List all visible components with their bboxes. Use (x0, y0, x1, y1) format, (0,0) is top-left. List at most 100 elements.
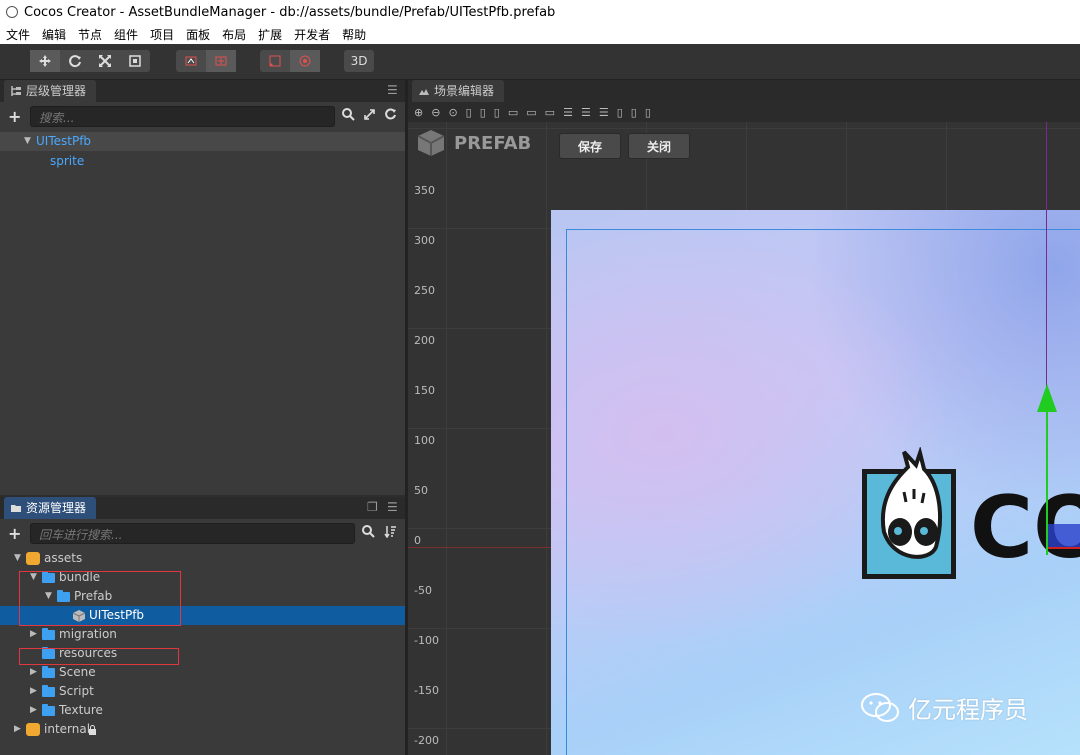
folder-icon (42, 628, 55, 640)
menu-component[interactable]: 组件 (114, 26, 138, 43)
distribute-bottom-icon[interactable]: ☰ (599, 106, 609, 119)
y-arrow-icon[interactable] (1036, 384, 1058, 412)
scene-tab[interactable]: 场景编辑器 (412, 80, 505, 102)
align-vcenter-icon[interactable]: ▭ (526, 106, 536, 119)
zoom-out-icon[interactable]: ⊖ (431, 106, 440, 119)
collapse-arrow-icon[interactable]: ▶ (14, 720, 21, 739)
search-icon[interactable] (362, 525, 375, 542)
asset-item-texture[interactable]: ▶ Texture (0, 701, 405, 720)
collapse-arrow-icon[interactable]: ▶ (30, 701, 37, 720)
lock-icon (89, 725, 96, 735)
scale-tool-icon[interactable] (90, 50, 120, 72)
refresh-icon[interactable] (384, 108, 397, 125)
search-icon[interactable] (342, 108, 355, 125)
menu-help[interactable]: 帮助 (342, 26, 366, 43)
distribute-top-icon[interactable]: ☰ (563, 106, 573, 119)
rotate-tool-icon[interactable] (60, 50, 90, 72)
asset-item-internal[interactable]: ▶ internal (0, 720, 405, 739)
transform-tools (30, 50, 150, 72)
annotation-box-resources (19, 648, 179, 665)
rect-tool-icon[interactable] (120, 50, 150, 72)
grid-line (546, 122, 547, 755)
x-axis-gizmo[interactable] (1048, 547, 1080, 549)
save-button[interactable]: 保存 (559, 133, 621, 159)
gizmo-center-handle[interactable] (1048, 524, 1080, 549)
hierarchy-node-root[interactable]: ▼ UITestPfb (0, 132, 405, 151)
asset-label: migration (59, 627, 117, 641)
menu-project[interactable]: 项目 (150, 26, 174, 43)
menu-edit[interactable]: 编辑 (42, 26, 66, 43)
menu-file[interactable]: 文件 (6, 26, 30, 43)
collapse-arrow-icon[interactable]: ▶ (30, 682, 37, 701)
y-axis-label: -50 (414, 584, 432, 597)
align-top-icon[interactable]: ▭ (508, 106, 518, 119)
align-left-icon[interactable]: ▯ (466, 106, 472, 119)
toggle-3d-button[interactable]: 3D (344, 50, 374, 72)
close-button[interactable]: 关闭 (628, 133, 690, 159)
pivot-local-icon[interactable] (176, 50, 206, 72)
scene-icon (419, 89, 429, 95)
coordinate-tools (260, 50, 320, 72)
assets-menu-icon[interactable]: ☰ (387, 501, 399, 513)
distribute-vcenter-icon[interactable]: ☰ (581, 106, 591, 119)
sort-icon[interactable] (384, 525, 397, 542)
asset-label: Script (59, 684, 94, 698)
add-node-icon[interactable]: + (8, 107, 21, 126)
align-bottom-icon[interactable]: ▭ (545, 106, 555, 119)
collapse-arrow-icon[interactable]: ▶ (30, 663, 37, 682)
add-asset-icon[interactable]: + (8, 524, 21, 543)
scene-canvas[interactable]: 350 300 250 200 150 100 50 0 -50 -100 -1… (408, 122, 1080, 755)
world-icon[interactable] (290, 50, 320, 72)
hierarchy-tab[interactable]: 层级管理器 (4, 80, 97, 102)
asset-item-migration[interactable]: ▶ migration (0, 625, 405, 644)
asset-item-script[interactable]: ▶ Script (0, 682, 405, 701)
menu-layout[interactable]: 布局 (222, 26, 246, 43)
main-toolbar: 3D (0, 44, 1080, 80)
assets-tab-label: 资源管理器 (26, 501, 87, 515)
menu-developer[interactable]: 开发者 (294, 26, 330, 43)
scene-tab-label: 场景编辑器 (434, 84, 495, 98)
y-axis-label: 100 (414, 434, 435, 447)
distribute-left-icon[interactable]: ▯ (617, 106, 623, 119)
asset-label: internal (44, 722, 91, 736)
move-tool-icon[interactable] (30, 50, 60, 72)
database-icon (26, 723, 40, 736)
hierarchy-node-sprite[interactable]: sprite (0, 152, 405, 171)
hierarchy-tabbar: 层级管理器 ☰ (0, 80, 405, 102)
collapse-arrow-icon[interactable]: ▶ (30, 625, 37, 644)
prefab-cube-icon (417, 130, 445, 156)
hierarchy-tab-label: 层级管理器 (26, 84, 87, 98)
assets-popout-icon[interactable]: ❐ (367, 501, 379, 513)
x-axis-line (408, 547, 551, 548)
hierarchy-search-row: + 搜索... (0, 103, 405, 131)
window-title: Cocos Creator - AssetBundleManager - db:… (24, 4, 556, 20)
asset-item-assets[interactable]: ▼ assets (0, 549, 405, 568)
menu-extension[interactable]: 扩展 (258, 26, 282, 43)
menu-panel[interactable]: 面板 (186, 26, 210, 43)
distribute-hcenter-icon[interactable]: ▯ (631, 106, 637, 119)
assets-tab[interactable]: 资源管理器 (4, 497, 97, 519)
expand-arrow-icon[interactable]: ▼ (14, 549, 21, 568)
expand-arrow-icon[interactable]: ▼ (24, 132, 31, 151)
align-right-icon[interactable]: ▯ (494, 106, 500, 119)
pivot-tools (176, 50, 236, 72)
pivot-global-icon[interactable] (206, 50, 236, 72)
watermark-text: 亿元程序员 (908, 696, 1028, 724)
anchor-icon[interactable] (260, 50, 290, 72)
zoom-in-icon[interactable]: ⊕ (414, 106, 423, 119)
window-titlebar: Cocos Creator - AssetBundleManager - db:… (0, 0, 1080, 24)
scene-tabbar: 场景编辑器 (408, 80, 1080, 102)
hierarchy-panel: 层级管理器 ☰ + 搜索... ▼ UITestPfb sprite (0, 80, 405, 495)
hierarchy-menu-icon[interactable]: ☰ (387, 84, 399, 96)
assets-search-input[interactable]: 回车进行搜索... (30, 523, 355, 544)
distribute-right-icon[interactable]: ▯ (645, 106, 651, 119)
y-axis-label: 350 (414, 184, 435, 197)
hierarchy-search-input[interactable]: 搜索... (30, 106, 335, 127)
asset-item-scene[interactable]: ▶ Scene (0, 663, 405, 682)
menu-node[interactable]: 节点 (78, 26, 102, 43)
align-hcenter-icon[interactable]: ▯ (480, 106, 486, 119)
hierarchy-node-label: UITestPfb (36, 134, 92, 148)
prefab-label: PREFAB (454, 132, 532, 154)
zoom-reset-icon[interactable]: ⊙ (448, 106, 457, 119)
collapse-icon[interactable] (363, 108, 376, 125)
